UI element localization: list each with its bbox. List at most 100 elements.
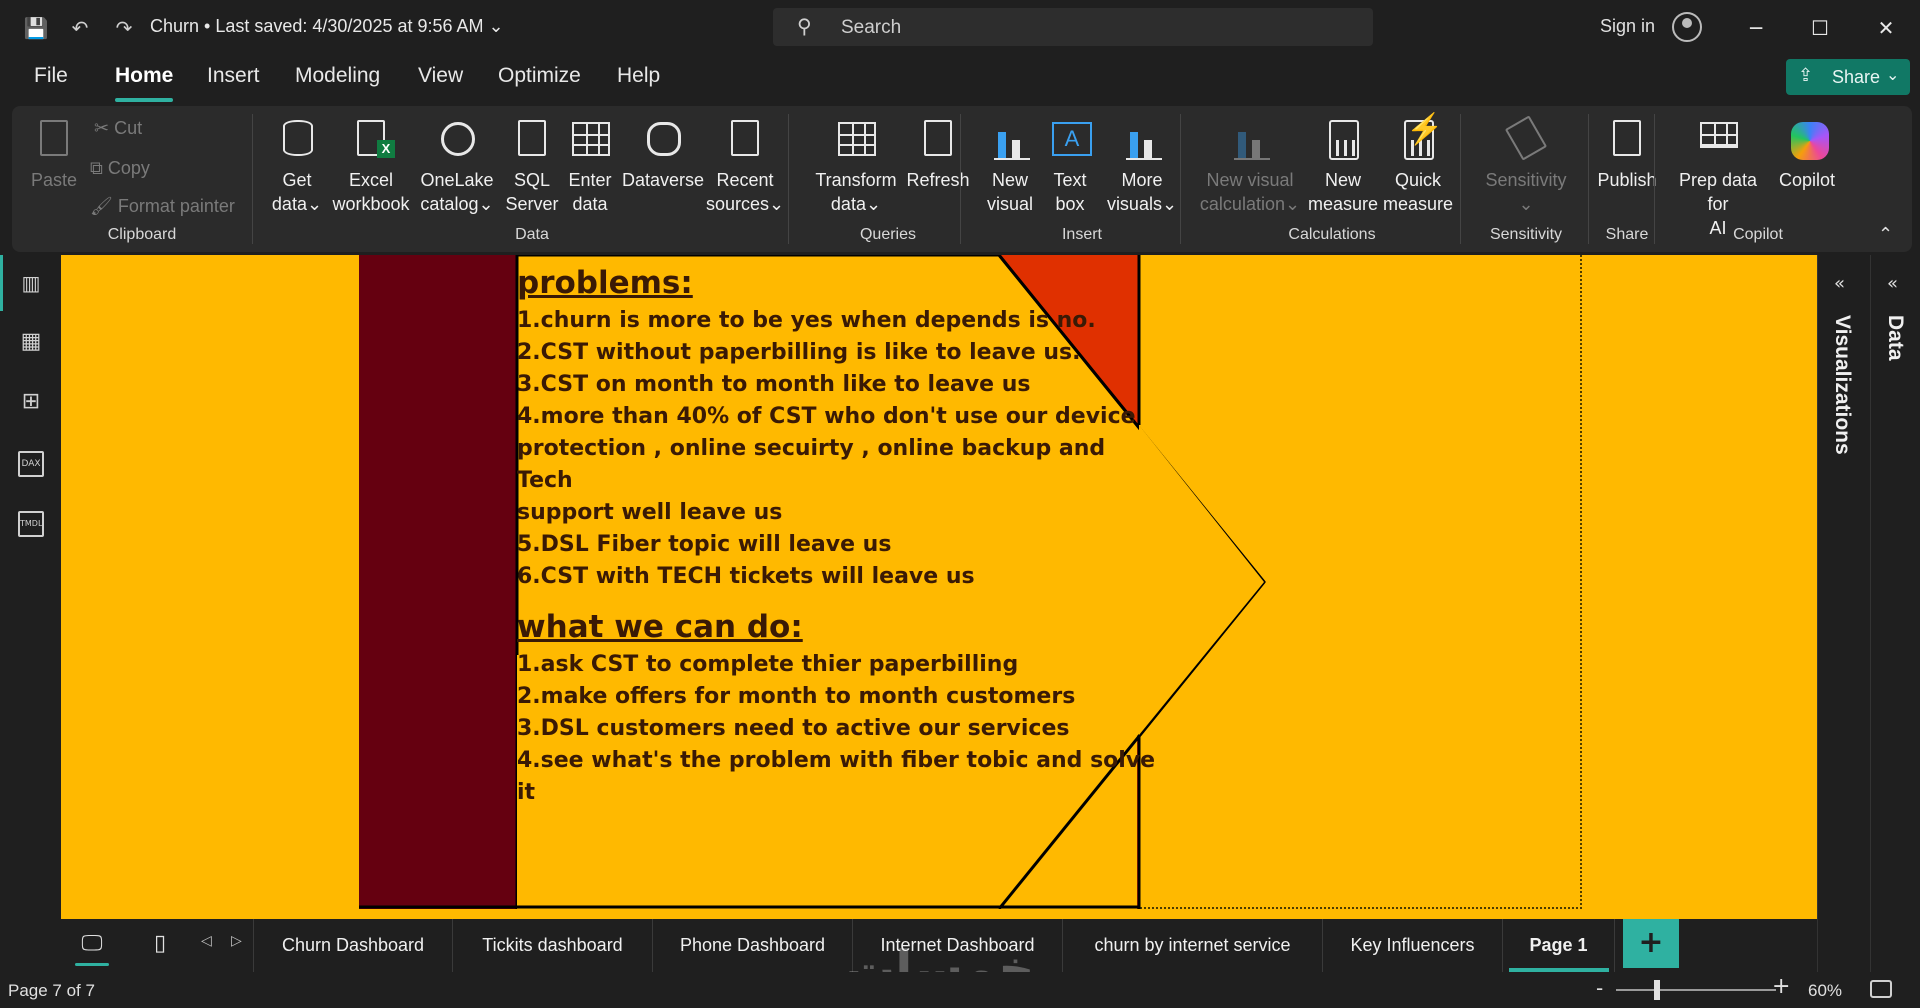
group-label-insert: Insert	[1061, 226, 1102, 243]
paste-label: Paste	[30, 170, 78, 190]
dax-query-view-icon[interactable]: DAX	[18, 451, 44, 477]
recent-sources-icon	[723, 118, 767, 164]
paste-button[interactable]: Paste	[26, 118, 82, 192]
prep-data-for-ai-button[interactable]: Prep data for AI	[1666, 118, 1770, 240]
menu-file[interactable]: File	[34, 64, 68, 88]
publish-button[interactable]: Publish	[1592, 118, 1662, 192]
transform-label-1: Transform	[815, 170, 897, 190]
new-visual-calculation-button[interactable]: New visual calculation⌄	[1194, 118, 1306, 216]
menu-help[interactable]: Help	[617, 64, 660, 88]
action-line: 2.make offers for month to month custome…	[517, 684, 1076, 709]
report-canvas[interactable]: problems: 1.churn is more to be yes when…	[61, 255, 1817, 919]
enter-label-1: Enter	[568, 170, 612, 190]
more-visuals-button[interactable]: More visuals⌄	[1100, 118, 1184, 216]
table-view-icon[interactable]: ▦	[18, 329, 44, 355]
text-box[interactable]: problems: 1.churn is more to be yes when…	[517, 263, 1157, 809]
menu-bar: File Home Insert Modeling View Optimize …	[0, 54, 1920, 104]
sensitivity-icon	[1504, 115, 1548, 164]
next-page-icon[interactable]: ▷	[231, 933, 242, 949]
page-tab[interactable]: Phone Dashboard	[653, 919, 853, 972]
sign-in-link[interactable]: Sign in	[1600, 16, 1655, 37]
close-button[interactable]: ✕	[1866, 10, 1906, 46]
zoom-out-button[interactable]: -	[1596, 976, 1603, 1000]
page-tab[interactable]: churn by internet service	[1063, 919, 1323, 972]
format-painter-button[interactable]: 🖌 Format painter	[90, 196, 235, 217]
cut-icon: ✂	[94, 118, 110, 138]
page-tab[interactable]: Tickits dashboard	[453, 919, 653, 972]
problem-line: 2.CST without paperbilling is like to le…	[517, 340, 1081, 365]
copy-button[interactable]: ⧉ Copy	[90, 158, 150, 179]
share-button[interactable]: ⇪ Share ⌄	[1786, 59, 1910, 95]
new-visual-button[interactable]: New visual	[978, 118, 1042, 216]
problem-line: support well leave us	[517, 500, 783, 525]
model-view-icon[interactable]: ⊞	[18, 389, 44, 415]
menu-view[interactable]: View	[418, 64, 463, 88]
group-separator	[960, 114, 961, 244]
recent-label-1: Recent	[716, 170, 774, 190]
add-page-button[interactable]: +	[1623, 919, 1679, 968]
new-measure-button[interactable]: New measure	[1302, 118, 1384, 216]
zoom-slider[interactable]	[1616, 989, 1776, 991]
group-separator	[252, 114, 253, 244]
transform-data-button[interactable]: Transform data⌄	[800, 118, 912, 216]
mobile-layout-icon[interactable]: ▯	[145, 929, 175, 959]
document-title-text: Churn • Last saved: 4/30/2025 at 9:56 AM	[150, 16, 484, 36]
quick-measure-label-2: measure	[1382, 194, 1454, 214]
group-label-data: Data	[515, 226, 549, 243]
refresh-button[interactable]: Refresh	[898, 118, 978, 192]
share-label: Share	[1832, 67, 1881, 87]
document-title[interactable]: Churn • Last saved: 4/30/2025 at 9:56 AM…	[150, 16, 504, 37]
slide-background: problems: 1.churn is more to be yes when…	[359, 255, 1521, 909]
menu-insert[interactable]: Insert	[207, 64, 260, 88]
transform-icon	[834, 118, 878, 164]
group-separator	[1654, 114, 1655, 244]
actions-heading: what we can do:	[517, 609, 803, 645]
copilot-button[interactable]: Copilot	[1770, 118, 1844, 192]
fit-to-page-icon[interactable]	[1870, 980, 1892, 998]
action-line: 4.see what's the problem with fiber tobi…	[517, 748, 1156, 805]
expand-chevron-icon[interactable]: «	[1887, 273, 1898, 294]
quick-measure-button[interactable]: ⚡ Quick measure	[1382, 115, 1454, 216]
avatar-icon[interactable]	[1672, 12, 1702, 42]
onelake-catalog-button[interactable]: OneLake catalog⌄	[416, 118, 498, 216]
menu-modeling[interactable]: Modeling	[295, 64, 380, 88]
menu-home[interactable]: Home	[115, 64, 173, 88]
dataverse-button[interactable]: Dataverse	[618, 118, 708, 192]
desktop-layout-icon[interactable]: 🖵	[77, 929, 107, 959]
expand-chevron-icon[interactable]: «	[1834, 273, 1845, 294]
maximize-button[interactable]: ☐	[1800, 10, 1840, 46]
excel-workbook-button[interactable]: X Excel workbook	[326, 118, 416, 216]
visualizations-pane-collapsed[interactable]: « Visualizations	[1818, 255, 1868, 975]
enter-data-button[interactable]: Enter data	[560, 118, 620, 216]
sensitivity-button[interactable]: Sensitivity ⌄	[1472, 115, 1580, 216]
new-measure-label-1: New	[1324, 170, 1361, 190]
report-view-icon[interactable]: ▥	[18, 271, 44, 297]
page-tab[interactable]: Key Influencers	[1323, 919, 1503, 972]
recent-sources-button[interactable]: Recent sources⌄	[702, 118, 788, 216]
tmdl-view-icon[interactable]: TMDL	[18, 511, 44, 537]
text-box-button[interactable]: A Text box	[1042, 118, 1098, 216]
save-icon[interactable]: 💾	[22, 14, 50, 42]
chevron-down-icon[interactable]: ⌄	[489, 16, 504, 36]
minimize-button[interactable]: ─	[1736, 10, 1776, 46]
dataverse-icon	[641, 118, 685, 164]
search-box[interactable]: ⚲ Search	[773, 8, 1373, 46]
group-separator	[1180, 114, 1181, 244]
prev-page-icon[interactable]: ◁	[201, 933, 212, 949]
collapse-ribbon-icon[interactable]: ⌃	[1878, 224, 1893, 245]
menu-optimize[interactable]: Optimize	[498, 64, 581, 88]
page-tab[interactable]: Churn Dashboard	[253, 919, 453, 972]
cut-button[interactable]: ✂ Cut	[94, 118, 142, 139]
get-data-button[interactable]: Get data⌄	[266, 118, 328, 216]
sql-server-button[interactable]: SQL Server	[502, 118, 562, 216]
problems-heading: problems:	[517, 265, 693, 301]
zoom-in-button[interactable]: +	[1772, 974, 1790, 999]
new-visual-label-2: visual	[986, 194, 1034, 214]
page-tab-active[interactable]: Page 1	[1503, 919, 1615, 972]
data-pane-collapsed[interactable]: « Data	[1870, 255, 1920, 975]
undo-icon[interactable]: ↶	[66, 14, 94, 42]
zoom-level[interactable]: 60%	[1808, 981, 1842, 1001]
zoom-slider-thumb[interactable]	[1654, 980, 1660, 1000]
redo-icon[interactable]: ↷	[110, 14, 138, 42]
get-data-label-2: data	[271, 194, 307, 214]
